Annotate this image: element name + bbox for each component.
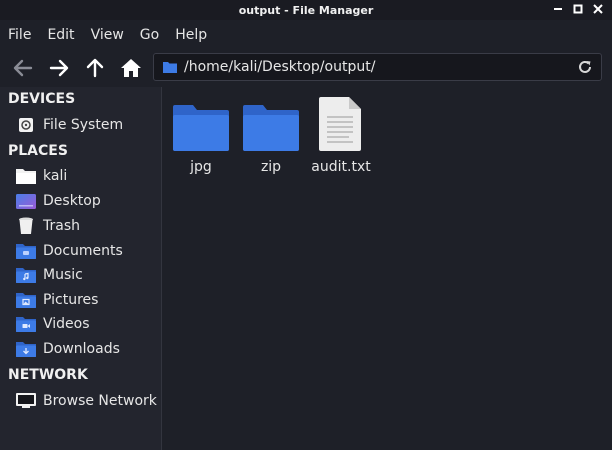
up-button[interactable]: [80, 53, 110, 83]
sidebar-item-label: Desktop: [43, 193, 101, 209]
toolbar: /home/kali/Desktop/output/: [0, 50, 612, 86]
arrow-left-icon: [13, 59, 33, 77]
network-heading: NETWORK: [8, 367, 88, 383]
sidebar-item-trash[interactable]: Trash: [16, 215, 156, 237]
home-button[interactable]: [116, 53, 146, 83]
file-name: zip: [260, 159, 282, 175]
pictures-folder-icon: [16, 291, 36, 309]
reload-icon[interactable]: [577, 59, 593, 75]
arrow-up-icon: [86, 58, 104, 78]
file-name: jpg: [190, 159, 212, 175]
drive-icon: [16, 116, 36, 134]
file-name: audit.txt: [311, 159, 371, 175]
sidebar-item-browse-network[interactable]: Browse Network: [16, 390, 157, 412]
desktop-icon: [16, 192, 36, 210]
file-view: jpg zip audit.txt: [162, 87, 612, 450]
menu-help[interactable]: Help: [167, 27, 215, 43]
sidebar-item-label: Pictures: [43, 292, 99, 308]
file-manager-window: output - File Manager File Edit View Go …: [0, 0, 612, 450]
sidebar-item-kali[interactable]: kali: [16, 165, 156, 187]
back-button[interactable]: [8, 53, 38, 83]
arrow-right-icon: [49, 59, 69, 77]
sidebar-item-music[interactable]: Music: [16, 264, 156, 286]
sidebar-item-label: Browse Network: [43, 393, 157, 409]
network-icon: [16, 392, 36, 410]
window-controls: [552, 3, 604, 15]
sidebar-item-label: Trash: [43, 218, 80, 234]
file-item-jpg[interactable]: jpg: [164, 95, 238, 185]
sidebar-item-videos[interactable]: Videos: [16, 313, 156, 335]
downloads-folder-icon: [16, 340, 36, 358]
folder-icon: [241, 95, 301, 151]
sidebar-item-desktop[interactable]: Desktop: [16, 190, 156, 212]
close-icon: [593, 4, 603, 14]
minimize-icon: [554, 8, 562, 10]
places-heading: PLACES: [8, 143, 68, 159]
sidebar-item-label: Videos: [43, 316, 90, 332]
devices-heading: DEVICES: [8, 91, 76, 107]
sidebar-item-file-system[interactable]: File System: [16, 114, 156, 136]
sidebar-item-downloads[interactable]: Downloads: [16, 338, 156, 360]
sidebar-item-documents[interactable]: Documents: [16, 240, 156, 262]
text-file-icon: [311, 95, 371, 151]
window-title: output - File Manager: [238, 3, 374, 17]
music-folder-icon: [16, 266, 36, 284]
menu-edit[interactable]: Edit: [39, 27, 82, 43]
sidebar-item-label: Documents: [43, 243, 123, 259]
menu-bar: File Edit View Go Help: [0, 22, 612, 48]
forward-button[interactable]: [44, 53, 74, 83]
title-bar: output - File Manager: [0, 0, 612, 20]
videos-folder-icon: [16, 315, 36, 333]
close-button[interactable]: [592, 3, 604, 15]
folder-icon: [171, 95, 231, 151]
location-path[interactable]: /home/kali/Desktop/output/: [184, 59, 577, 75]
minimize-button[interactable]: [552, 3, 564, 15]
menu-file[interactable]: File: [0, 27, 39, 43]
sidebar-item-label: Music: [43, 267, 83, 283]
sidebar-item-label: Downloads: [43, 341, 120, 357]
location-bar[interactable]: /home/kali/Desktop/output/: [153, 53, 602, 81]
home-folder-icon: [16, 167, 36, 185]
menu-view[interactable]: View: [83, 27, 132, 43]
sidebar-item-pictures[interactable]: Pictures: [16, 289, 156, 311]
sidebar-item-label: kali: [43, 168, 68, 184]
file-item-audit-txt[interactable]: audit.txt: [304, 95, 378, 185]
file-item-zip[interactable]: zip: [234, 95, 308, 185]
maximize-icon: [573, 4, 583, 14]
home-icon: [121, 59, 141, 77]
trash-icon: [16, 217, 36, 235]
maximize-button[interactable]: [572, 3, 584, 15]
sidebar: DEVICES File System PLACES kali Desktop …: [0, 87, 162, 450]
folder-icon: [163, 61, 177, 73]
documents-folder-icon: [16, 242, 36, 260]
sidebar-item-label: File System: [43, 117, 124, 133]
menu-go[interactable]: Go: [132, 27, 167, 43]
